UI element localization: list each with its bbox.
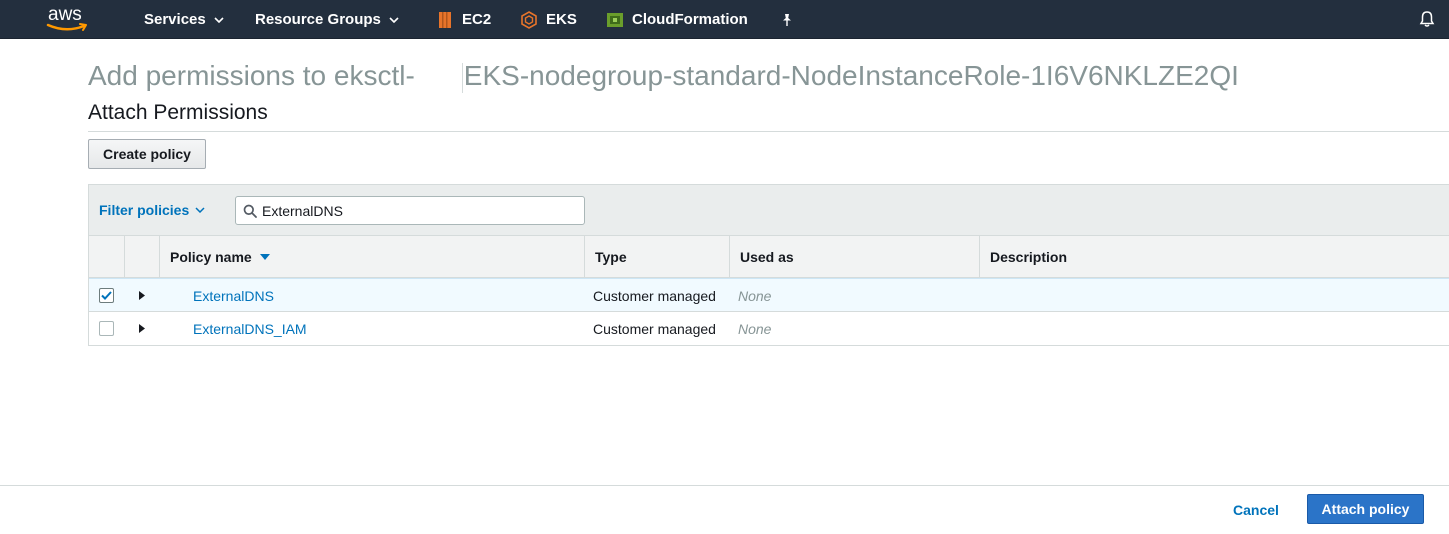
- pinned-service-cloudformation[interactable]: CloudFormation: [606, 0, 748, 39]
- row-checkbox[interactable]: [99, 321, 114, 336]
- policy-name-link[interactable]: ExternalDNS: [193, 279, 274, 313]
- pinned-service-eks[interactable]: EKS: [520, 0, 577, 39]
- eks-label: EKS: [546, 11, 577, 28]
- divider: [88, 131, 1449, 132]
- column-header-policy-name[interactable]: Policy name: [159, 236, 584, 278]
- policy-used-as: None: [738, 288, 772, 304]
- filter-bar: Filter policies: [89, 184, 1449, 236]
- row-checkbox[interactable]: [99, 288, 114, 303]
- page-title: Add permissions to eksctl- EKS-nodegroup-…: [88, 60, 1239, 93]
- table-header: Policy name Type Used as Description: [89, 236, 1449, 278]
- bell-icon[interactable]: [1419, 10, 1435, 33]
- search-icon: [243, 204, 257, 218]
- pushpin-icon[interactable]: [780, 0, 794, 39]
- section-title: Attach Permissions: [88, 101, 268, 124]
- column-header-label: Used as: [740, 249, 794, 265]
- filter-policies-label: Filter policies: [99, 202, 190, 218]
- expand-column-header: [124, 236, 159, 278]
- search-box[interactable]: [235, 196, 585, 225]
- filter-policies-dropdown[interactable]: Filter policies: [99, 202, 205, 218]
- services-label: Services: [144, 11, 206, 28]
- cloudformation-icon: [606, 11, 624, 29]
- aws-logo[interactable]: aws: [46, 4, 92, 35]
- resource-groups-label: Resource Groups: [255, 11, 381, 28]
- pinned-service-ec2[interactable]: EC2: [436, 0, 491, 39]
- top-navigation-bar: aws Services Resource Groups EC2 EKS Clo…: [0, 0, 1449, 39]
- sort-descending-icon: [259, 254, 270, 260]
- policy-used-as: None: [738, 321, 772, 337]
- column-header-label: Type: [595, 249, 627, 265]
- column-header-description[interactable]: Description: [979, 236, 1449, 278]
- cloudformation-label: CloudFormation: [632, 11, 748, 28]
- chevron-down-icon: [214, 16, 224, 23]
- eks-icon: [520, 10, 538, 29]
- create-policy-button[interactable]: Create policy: [88, 139, 206, 169]
- page-title-prefix: Add permissions to eksctl-: [88, 60, 415, 91]
- policy-type: Customer managed: [593, 321, 716, 337]
- column-header-label: Policy name: [170, 249, 252, 265]
- table-row[interactable]: ExternalDNS Customer managed None: [89, 278, 1449, 312]
- attach-policy-button[interactable]: Attach policy: [1307, 494, 1424, 524]
- column-header-type[interactable]: Type: [584, 236, 729, 278]
- policy-table: Filter policies Policy name Type: [88, 184, 1449, 346]
- policy-type: Customer managed: [593, 288, 716, 304]
- page-title-suffix: EKS-nodegroup-standard-NodeInstanceRole-…: [463, 60, 1239, 91]
- aws-smile-icon: [46, 23, 87, 31]
- table-row[interactable]: ExternalDNS_IAM Customer managed None: [89, 312, 1449, 346]
- ec2-icon: [436, 11, 454, 29]
- services-menu[interactable]: Services: [144, 0, 224, 39]
- select-column-header: [89, 236, 124, 278]
- search-input[interactable]: [262, 202, 562, 219]
- cancel-button[interactable]: Cancel: [1225, 495, 1287, 525]
- chevron-down-icon: [195, 207, 205, 213]
- column-header-used-as[interactable]: Used as: [729, 236, 979, 278]
- chevron-down-icon: [389, 16, 399, 23]
- expand-row-icon[interactable]: [139, 291, 145, 300]
- redacted-region: [414, 62, 463, 93]
- column-header-label: Description: [990, 249, 1068, 265]
- footer-divider: [0, 485, 1449, 486]
- resource-groups-menu[interactable]: Resource Groups: [255, 0, 399, 39]
- expand-row-icon[interactable]: [139, 324, 145, 333]
- policy-name-link[interactable]: ExternalDNS_IAM: [193, 312, 307, 346]
- ec2-label: EC2: [462, 11, 492, 28]
